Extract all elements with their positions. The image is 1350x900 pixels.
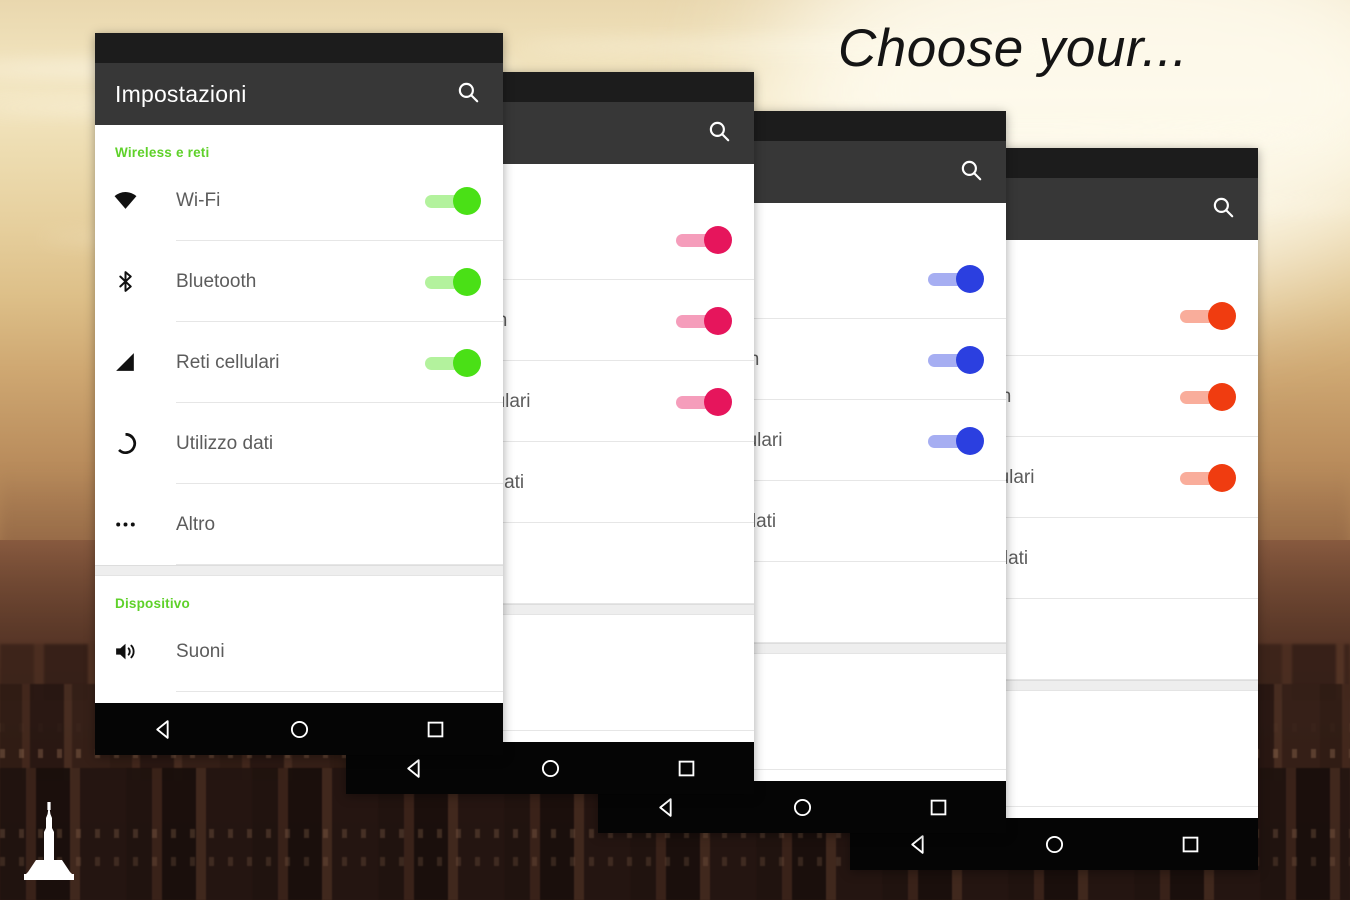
settings-list: Wireless e reti Wi-Fi Bluetooth — [95, 125, 503, 692]
page-title: Impostazioni — [115, 80, 247, 107]
settings-row-toggle[interactable] — [928, 264, 984, 293]
recents-square-icon[interactable] — [1162, 818, 1218, 870]
settings-row-toggle[interactable] — [1180, 463, 1236, 492]
toggle-thumb — [704, 387, 732, 416]
search-icon[interactable] — [1210, 194, 1236, 225]
settings-row[interactable]: Utilizzo dati — [95, 403, 503, 484]
cellular-signal-icon — [113, 350, 155, 375]
settings-row-label: Altro — [176, 513, 216, 535]
settings-row-toggle[interactable] — [928, 426, 984, 455]
page-headline: Choose your... — [838, 19, 1188, 78]
settings-row-label: Bluetooth — [176, 270, 257, 292]
toggle-thumb — [453, 186, 481, 215]
toggle-thumb — [704, 306, 732, 335]
settings-row[interactable]: Suoni — [95, 611, 503, 692]
home-circle-icon[interactable] — [522, 742, 578, 794]
toggle-thumb — [956, 345, 984, 374]
tower-monument-logo-icon — [24, 802, 74, 880]
search-icon[interactable] — [706, 118, 732, 149]
settings-row[interactable]: Bluetooth — [95, 241, 503, 322]
wifi-icon — [113, 188, 155, 213]
recents-square-icon[interactable] — [407, 703, 463, 755]
settings-row-label: Wi-Fi — [176, 189, 221, 211]
home-circle-icon[interactable] — [774, 781, 830, 833]
settings-row-label: Utilizzo dati — [176, 432, 274, 454]
more-horizontal-icon — [113, 512, 155, 537]
toggle-thumb — [956, 426, 984, 455]
search-icon[interactable] — [455, 79, 481, 110]
toggle-thumb — [453, 348, 481, 377]
settings-row-toggle[interactable] — [928, 345, 984, 374]
toggle-thumb — [704, 225, 732, 254]
android-nav-bar — [95, 703, 503, 755]
toggle-thumb — [1208, 463, 1236, 492]
section-header: Wireless e reti — [115, 145, 210, 160]
settings-row[interactable]: Wi-Fi — [95, 160, 503, 241]
settings-row[interactable]: Reti cellulari — [95, 322, 503, 403]
settings-row-toggle[interactable] — [1180, 301, 1236, 330]
settings-row-toggle[interactable] — [425, 267, 481, 296]
home-circle-icon[interactable] — [271, 703, 327, 755]
back-triangle-icon[interactable] — [135, 703, 191, 755]
app-bar: Impostazioni — [95, 63, 503, 125]
settings-row-toggle[interactable] — [425, 186, 481, 215]
settings-row-toggle[interactable] — [676, 306, 732, 335]
bluetooth-icon — [113, 269, 155, 294]
status-bar — [95, 33, 503, 63]
search-icon[interactable] — [958, 157, 984, 188]
section-divider — [95, 565, 503, 576]
data-usage-icon — [113, 431, 155, 456]
recents-square-icon[interactable] — [910, 781, 966, 833]
row-divider — [176, 691, 503, 692]
settings-row-toggle[interactable] — [676, 387, 732, 416]
settings-row-label: Suoni — [176, 640, 225, 662]
settings-row-toggle[interactable] — [676, 225, 732, 254]
settings-row-toggle[interactable] — [425, 348, 481, 377]
home-circle-icon[interactable] — [1026, 818, 1082, 870]
settings-row-toggle[interactable] — [1180, 382, 1236, 411]
section-header: Dispositivo — [115, 596, 190, 611]
toggle-thumb — [453, 267, 481, 296]
settings-row-label: Reti cellulari — [176, 351, 280, 373]
settings-row[interactable]: Altro — [95, 484, 503, 565]
phone-panel-1[interactable]: Impostazioni Wireless e reti Wi-Fi Bluet… — [95, 33, 503, 755]
toggle-thumb — [1208, 301, 1236, 330]
toggle-thumb — [956, 264, 984, 293]
screenshot-stage: Choose your... Impostazioni Wireless e r… — [0, 0, 1350, 900]
row-divider — [176, 564, 503, 565]
recents-square-icon[interactable] — [658, 742, 714, 794]
toggle-thumb — [1208, 382, 1236, 411]
volume-icon — [113, 639, 155, 664]
